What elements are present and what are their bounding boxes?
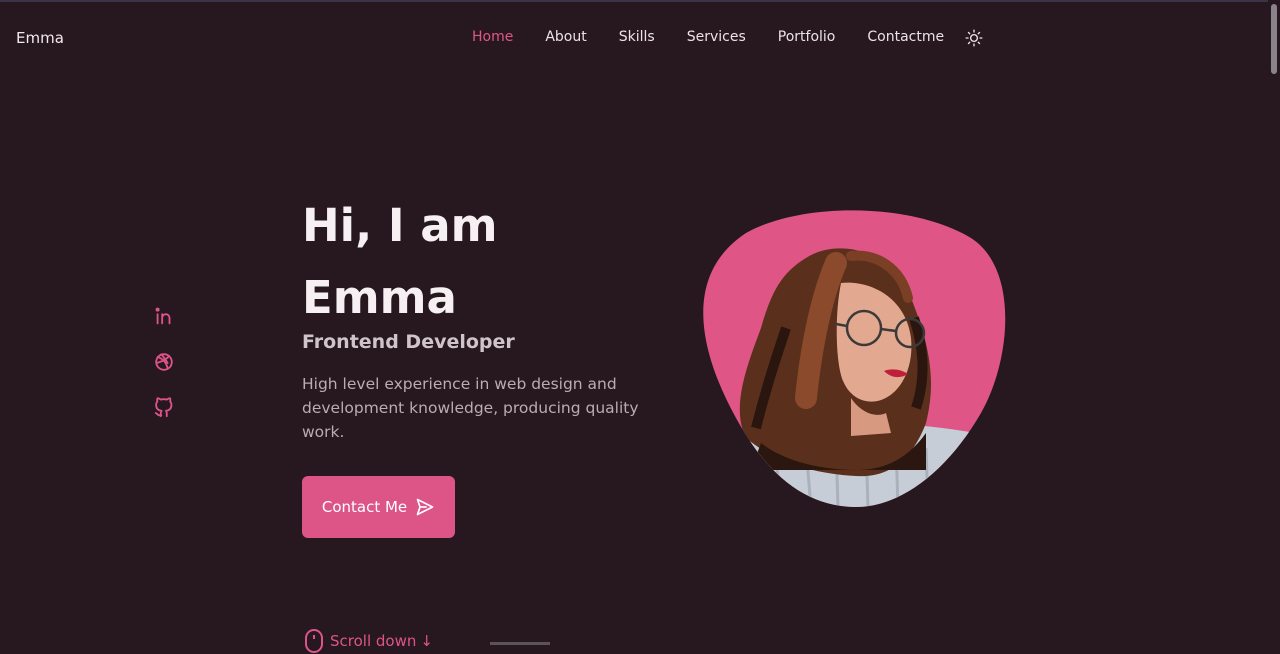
contact-me-button[interactable]: Contact Me [302, 476, 455, 538]
arrow-down-icon: ↓ [420, 632, 433, 650]
mouse-icon [305, 629, 323, 653]
profile-photo [686, 208, 1008, 508]
logo[interactable]: Emma [16, 29, 64, 47]
hero-description: High level experience in web design and … [302, 375, 639, 441]
contact-me-label: Contact Me [321, 498, 408, 516]
hero-title: Hi, I am Emma [302, 190, 682, 334]
site-header: Emma Home About Skills Services Portfoli… [0, 2, 1268, 74]
nav-home[interactable]: Home [472, 29, 513, 45]
main-nav: Home About Skills Services Portfolio Con… [472, 29, 976, 45]
nav-about[interactable]: About [545, 29, 586, 45]
hero-title-line1: Hi, I am [302, 199, 498, 252]
hero-role: Frontend Developer [302, 331, 515, 353]
scroll-down-label: Scroll down [330, 632, 417, 650]
scrollbar[interactable] [1268, 0, 1280, 645]
linkedin-icon[interactable] [153, 305, 175, 327]
sun-icon[interactable] [965, 29, 983, 47]
social-links [153, 305, 175, 443]
nav-portfolio[interactable]: Portfolio [778, 29, 836, 45]
dribbble-icon[interactable] [153, 351, 175, 373]
github-icon[interactable] [153, 397, 175, 419]
nav-skills[interactable]: Skills [619, 29, 655, 45]
nav-services[interactable]: Services [687, 29, 746, 45]
scroll-down-link[interactable]: Scroll down ↓ [304, 628, 433, 654]
scrollbar-thumb[interactable] [1271, 4, 1277, 74]
send-icon [416, 498, 434, 516]
nav-contactme[interactable]: Contactme [867, 29, 944, 45]
hero-title-name: Emma [302, 271, 457, 324]
